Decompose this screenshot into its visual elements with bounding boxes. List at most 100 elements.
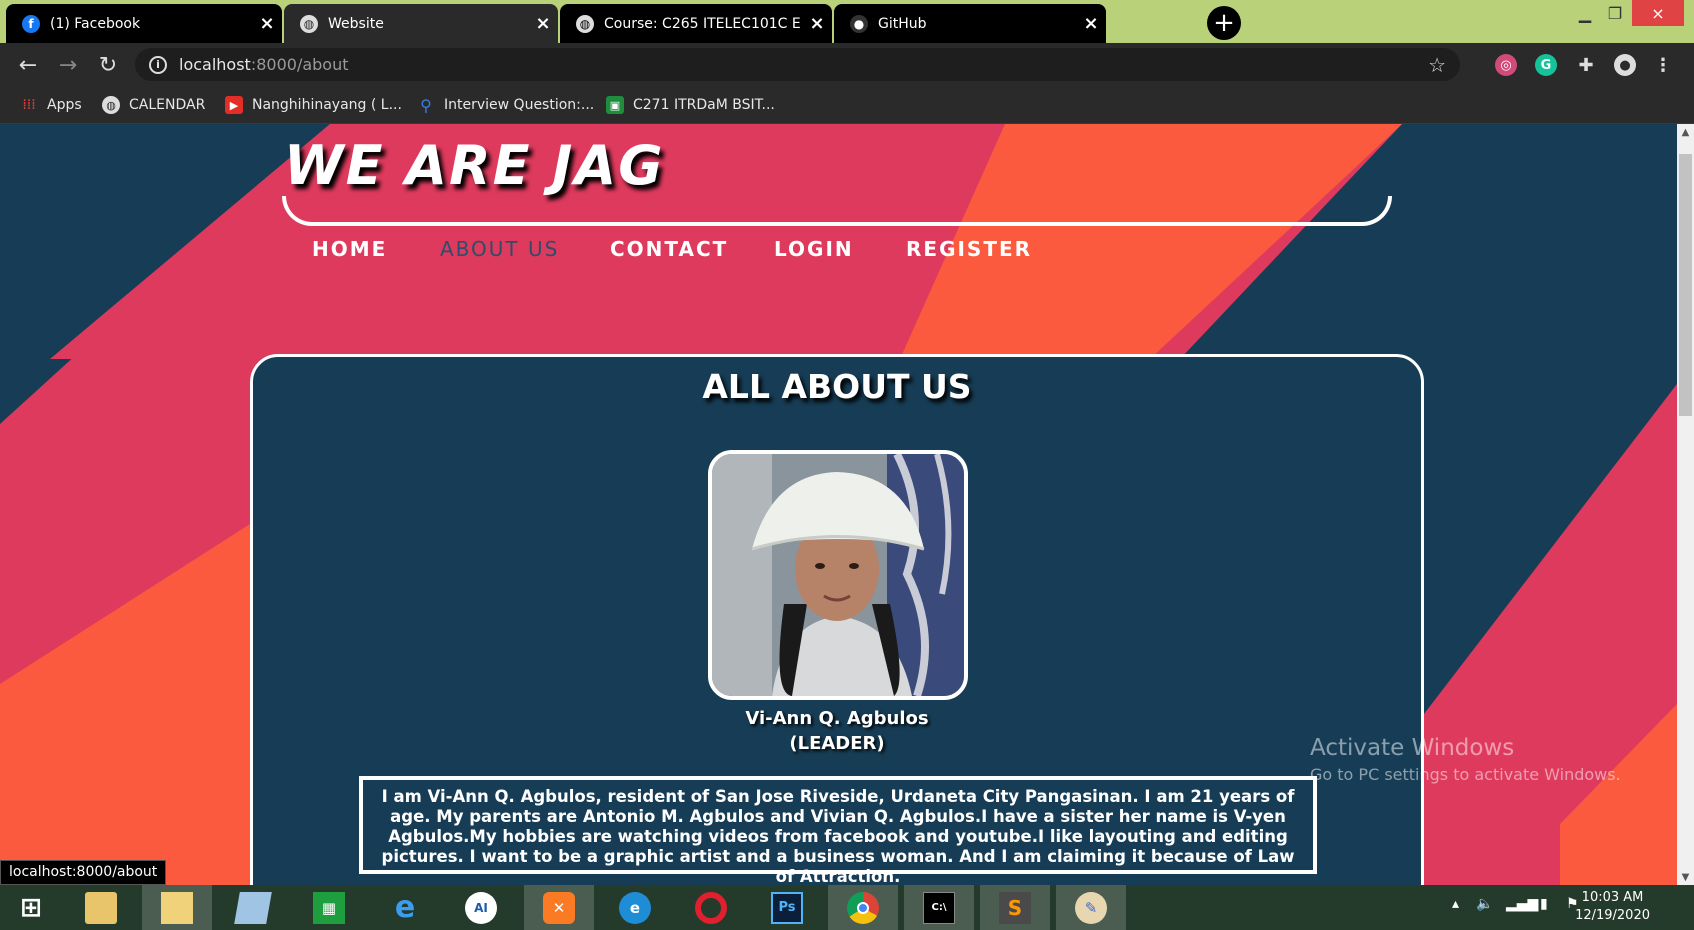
grammarly-icon[interactable]: G bbox=[1535, 54, 1557, 76]
network-signal-icon[interactable]: ▂▄▆ bbox=[1506, 896, 1538, 912]
taskbar: ⊞ ▦ e AI ✕ e Ps C:\ S ✎ ▴ 🔈 ▂▄▆ ▮ ⚑ 10:0… bbox=[0, 885, 1694, 930]
edge-icon: e bbox=[619, 891, 651, 924]
taskbar-app[interactable]: e bbox=[370, 885, 440, 930]
new-tab-button[interactable]: + bbox=[1207, 6, 1241, 40]
member-photo bbox=[708, 450, 968, 700]
volume-icon[interactable]: 🔈 bbox=[1476, 896, 1493, 912]
taskbar-app[interactable]: ✕ bbox=[524, 885, 594, 930]
nav-register[interactable]: REGISTER bbox=[906, 237, 1032, 261]
address-path: :8000/about bbox=[250, 55, 349, 74]
nav-home[interactable]: HOME bbox=[312, 237, 387, 261]
tab-facebook[interactable]: f (1) Facebook × bbox=[6, 4, 282, 43]
section-title: ALL ABOUT US bbox=[702, 367, 972, 406]
globe-icon: ◍ bbox=[300, 14, 318, 33]
close-tab-icon[interactable]: × bbox=[1076, 13, 1106, 34]
tray-chevron-icon[interactable]: ▴ bbox=[1452, 896, 1459, 912]
member-role: (LEADER) bbox=[789, 733, 885, 754]
window-close-icon[interactable]: × bbox=[1632, 0, 1684, 26]
nav-contact[interactable]: CONTACT bbox=[610, 237, 728, 261]
profile-avatar-icon[interactable]: ● bbox=[1614, 54, 1636, 76]
kebab-menu-icon[interactable]: ⋮ bbox=[1652, 54, 1674, 76]
close-tab-icon[interactable]: × bbox=[802, 13, 832, 34]
address-host: localhost bbox=[179, 55, 251, 74]
cmd-icon: C:\ bbox=[923, 891, 955, 924]
bookmarks-bar: ⁞⁞⁞ Apps ◍ CALENDAR ▶ Nanghihinayang ( L… bbox=[0, 86, 1694, 124]
tab-course[interactable]: ◍ Course: C265 ITELEC101C ELECTI × bbox=[560, 4, 832, 43]
about-card: ALL ABOUT US Vi-Ann Q. Agbulos (LEADER) … bbox=[250, 354, 1424, 885]
bookmark-youtube[interactable]: ▶ Nanghihinayang ( L... bbox=[225, 95, 402, 115]
nav-login[interactable]: LOGIN bbox=[774, 237, 854, 261]
taskbar-app[interactable] bbox=[66, 885, 136, 930]
bookmark-classroom[interactable]: ▣ C271 ITRDaM BSIT... bbox=[606, 95, 775, 115]
taskbar-app[interactable]: Ps bbox=[752, 885, 822, 930]
member-name: Vi-Ann Q. Agbulos bbox=[745, 708, 929, 729]
store-icon: ▦ bbox=[313, 891, 345, 924]
bookmark-star-icon[interactable]: ☆ bbox=[1428, 53, 1446, 77]
nav-about-us[interactable]: ABOUT US bbox=[440, 237, 559, 261]
windows-start-icon: ⊞ bbox=[20, 892, 42, 923]
system-clock[interactable]: 10:03 AM 12/19/2020 bbox=[1575, 889, 1650, 925]
internet-explorer-icon: e bbox=[394, 890, 416, 925]
close-tab-icon[interactable]: × bbox=[528, 13, 558, 34]
extension-instagram-icon[interactable]: ◎ bbox=[1495, 54, 1517, 76]
file-explorer-icon bbox=[85, 891, 117, 924]
pin-icon: ⚲ bbox=[420, 95, 432, 115]
taskbar-app[interactable]: AI bbox=[446, 885, 516, 930]
activate-windows-subtext: Go to PC settings to activate Windows. bbox=[1310, 765, 1621, 784]
scroll-up-arrow-icon[interactable]: ▲ bbox=[1677, 124, 1694, 140]
taskbar-app[interactable]: S bbox=[980, 885, 1050, 930]
desktop: f (1) Facebook × ◍ Website × ◍ Course: C… bbox=[0, 0, 1694, 930]
back-arrow-icon[interactable]: ← bbox=[12, 49, 44, 81]
reload-icon[interactable]: ↻ bbox=[92, 49, 124, 81]
file-manager-icon bbox=[161, 891, 193, 924]
extensions-puzzle-icon[interactable]: ✚ bbox=[1575, 54, 1597, 76]
photoshop-icon: Ps bbox=[771, 891, 803, 924]
facebook-icon: f bbox=[22, 14, 40, 33]
activate-windows-watermark: Activate Windows bbox=[1310, 735, 1515, 761]
taskbar-app[interactable]: ✎ bbox=[1056, 885, 1126, 930]
github-icon: ● bbox=[850, 14, 868, 33]
bookmark-calendar[interactable]: ◍ CALENDAR bbox=[102, 95, 205, 115]
notepad-icon bbox=[234, 891, 272, 924]
status-bar-url: localhost:8000/about bbox=[0, 860, 167, 885]
taskbar-app[interactable] bbox=[218, 885, 288, 930]
ai-app-icon: AI bbox=[465, 891, 497, 924]
forward-arrow-icon[interactable]: → bbox=[52, 49, 84, 81]
taskbar-app[interactable]: C:\ bbox=[904, 885, 974, 930]
taskbar-app[interactable]: e bbox=[600, 885, 670, 930]
minimize-icon[interactable]: ▁ bbox=[1570, 0, 1600, 26]
start-button[interactable]: ⊞ bbox=[0, 885, 62, 930]
opera-icon bbox=[695, 891, 727, 924]
chrome-icon bbox=[847, 891, 879, 924]
tab-strip: f (1) Facebook × ◍ Website × ◍ Course: C… bbox=[0, 0, 1694, 43]
page-viewport: WE ARE JAG HOME ABOUT US CONTACT LOGIN R… bbox=[0, 124, 1677, 885]
battery-icon[interactable]: ▮ bbox=[1540, 896, 1548, 912]
taskbar-app[interactable]: ▦ bbox=[294, 885, 364, 930]
taskbar-app[interactable] bbox=[828, 885, 898, 930]
taskbar-app[interactable] bbox=[676, 885, 746, 930]
vertical-scrollbar[interactable]: ▲ ▼ bbox=[1677, 124, 1694, 885]
scroll-down-arrow-icon[interactable]: ▼ bbox=[1677, 869, 1694, 885]
sublime-text-icon: S bbox=[999, 891, 1031, 924]
restore-icon[interactable]: ❐ bbox=[1600, 0, 1630, 26]
xampp-icon: ✕ bbox=[543, 891, 575, 924]
tab-website[interactable]: ◍ Website × bbox=[284, 4, 558, 43]
member-bio: I am Vi-Ann Q. Agbulos, resident of San … bbox=[359, 776, 1317, 885]
globe-icon: ◍ bbox=[102, 96, 120, 114]
globe-icon: ◍ bbox=[576, 14, 594, 33]
apps-grid-icon: ⁞⁞⁞ bbox=[22, 97, 36, 113]
classroom-icon: ▣ bbox=[606, 96, 624, 114]
close-tab-icon[interactable]: × bbox=[252, 13, 282, 34]
member-portrait-image bbox=[712, 454, 964, 696]
browser-toolbar: ← → ↻ i localhost:8000/about ☆ ◎ G ✚ ● ⋮ bbox=[0, 43, 1694, 86]
taskbar-app[interactable] bbox=[142, 885, 212, 930]
tab-github[interactable]: ● GitHub × bbox=[834, 4, 1106, 43]
clock-date: 12/19/2020 bbox=[1575, 908, 1650, 923]
site-brand-logo[interactable]: WE ARE JAG bbox=[284, 134, 665, 197]
address-bar[interactable]: i localhost:8000/about ☆ bbox=[135, 48, 1460, 81]
info-icon[interactable]: i bbox=[149, 55, 167, 74]
bookmark-interview[interactable]: ⚲ Interview Question:... bbox=[417, 95, 594, 115]
paint-icon: ✎ bbox=[1075, 891, 1107, 924]
scroll-thumb[interactable] bbox=[1679, 154, 1692, 416]
bookmark-apps[interactable]: ⁞⁞⁞ Apps bbox=[20, 95, 81, 115]
